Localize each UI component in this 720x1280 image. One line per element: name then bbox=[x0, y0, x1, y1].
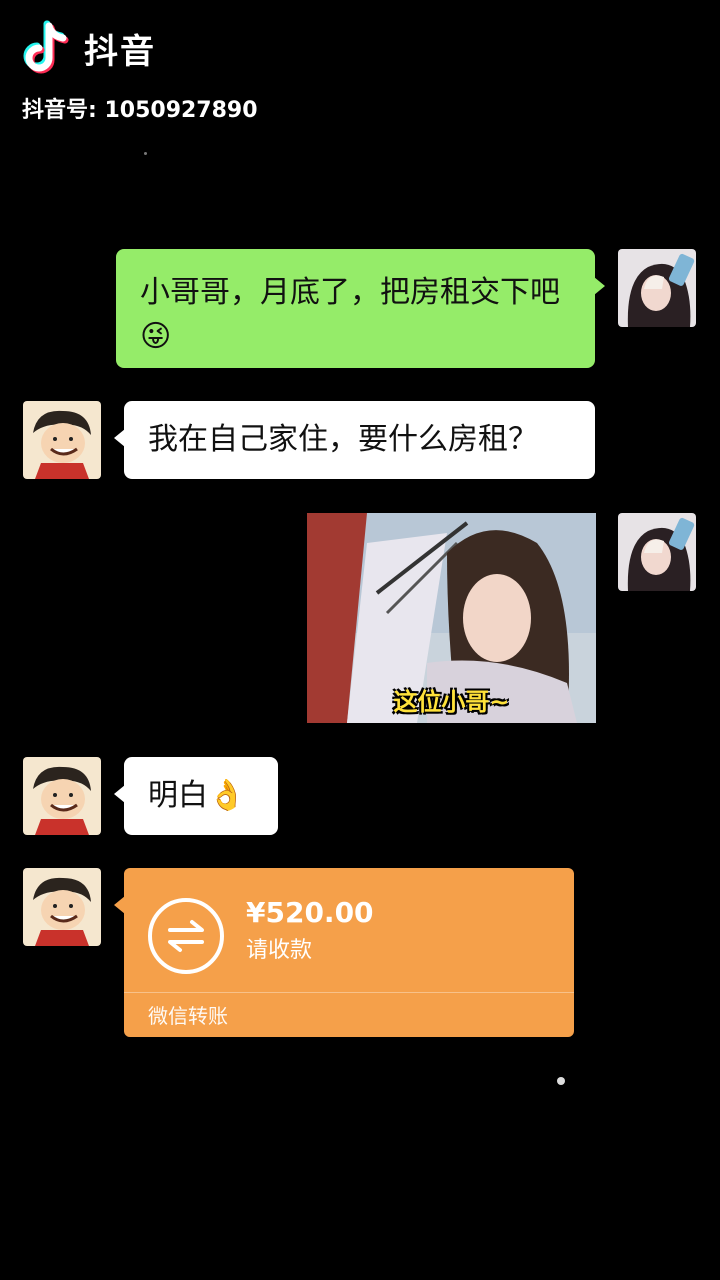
transfer-divider bbox=[124, 992, 574, 993]
message-text: 明白👌 bbox=[148, 778, 246, 813]
avatar-contact[interactable] bbox=[23, 868, 101, 946]
message-text: 我在自己家住，要什么房租？ bbox=[148, 422, 538, 457]
douyin-id: 抖音号: 1050927890 bbox=[22, 98, 258, 123]
image-message[interactable]: 这位小哥~ bbox=[307, 513, 596, 723]
message-bubble-received[interactable]: 明白👌 bbox=[114, 757, 278, 835]
avatar-contact[interactable] bbox=[23, 757, 101, 835]
tiktok-logo-icon bbox=[23, 20, 69, 74]
image-caption: 这位小哥~ bbox=[393, 688, 510, 716]
transfer-amount: ¥520.00 bbox=[246, 896, 374, 929]
douyin-watermark: 抖音 抖音号: 1050927890 bbox=[22, 18, 258, 124]
avatar-contact[interactable] bbox=[23, 401, 101, 479]
transfer-status: 请收款 bbox=[246, 938, 313, 963]
message-bubble-received[interactable]: 我在自己家住，要什么房租？ bbox=[114, 401, 595, 479]
message-bubble-sent[interactable]: 小哥哥，月底了，把房租交下吧😜 bbox=[116, 249, 605, 368]
transfer-footer: 微信转账 bbox=[148, 1004, 228, 1028]
avatar-self[interactable] bbox=[618, 513, 696, 591]
avatar-self[interactable] bbox=[618, 249, 696, 327]
speck bbox=[557, 1077, 565, 1085]
speck bbox=[144, 152, 147, 155]
transfer-arrows-icon bbox=[148, 898, 224, 974]
message-text: 小哥哥，月底了，把房租交下吧😜 bbox=[140, 275, 560, 354]
app-name: 抖音 bbox=[84, 31, 156, 72]
transfer-card[interactable]: ¥520.00 请收款 微信转账 bbox=[114, 868, 574, 1037]
douyin-logo: 抖音 bbox=[22, 18, 258, 78]
